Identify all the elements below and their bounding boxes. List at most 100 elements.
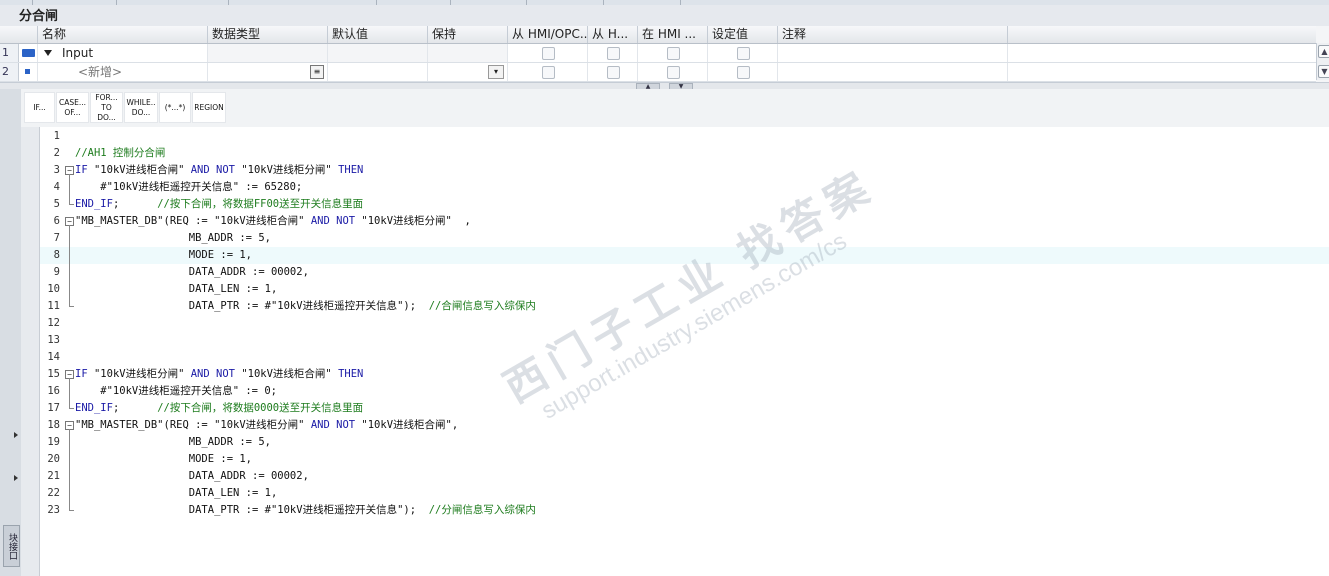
code-text: END_IF; //按下合闸，将数据FF00送至开关信息里面 xyxy=(75,198,364,210)
input-section-icon xyxy=(22,49,35,57)
code-line[interactable]: 16 #"10kV进线柜遥控开关信息" := 0; xyxy=(40,383,1329,400)
checkbox[interactable] xyxy=(667,47,680,60)
col-hmi-opc[interactable]: 从 HMI/OPC... xyxy=(508,26,588,43)
checkbox[interactable] xyxy=(737,47,750,60)
code-line[interactable]: 2 //AH1 控制分合闸 xyxy=(40,145,1329,162)
line-number: 7 xyxy=(53,232,60,244)
scl-instruction-toolbar: IF... CASE... OF... FOR... TO DO... WHIL… xyxy=(21,89,1329,128)
checkbox[interactable] xyxy=(667,66,680,79)
line-number: 10 xyxy=(47,283,60,295)
line-number: 2 xyxy=(53,147,60,159)
scroll-down-icon[interactable]: ▼ xyxy=(1318,65,1329,78)
code-text: DATA_LEN := 1, xyxy=(75,487,278,499)
interface-header: 名称 数据类型 默认值 保持 从 HMI/OPC... 从 H... 在 HMI… xyxy=(0,26,1316,44)
interface-row[interactable]: 1 Input xyxy=(0,44,1316,63)
code-line[interactable]: 6− "MB_MASTER_DB"(REQ := "10kV进线柜合闸" AND … xyxy=(40,213,1329,230)
line-number: 20 xyxy=(47,453,60,465)
code-text: //AH1 控制分合闸 xyxy=(75,147,166,159)
code-line[interactable]: 7 MB_ADDR := 5, xyxy=(40,230,1329,247)
code-line[interactable]: 1 xyxy=(40,128,1329,145)
line-number: 12 xyxy=(47,317,60,329)
code-area[interactable]: 1 2//AH1 控制分合闸 3− IF "10kV进线柜合闸" AND NOT "1… xyxy=(40,127,1329,576)
line-number: 5 xyxy=(53,198,60,210)
code-line[interactable]: 13 xyxy=(40,332,1329,349)
col-setpoint[interactable]: 设定值 xyxy=(708,26,778,43)
line-number: 16 xyxy=(47,385,60,397)
fold-guide xyxy=(69,378,70,408)
editor-gutter xyxy=(21,127,40,576)
code-text: "MB_MASTER_DB"(REQ := "10kV进线柜分闸" AND NO… xyxy=(75,419,459,431)
interface-scrollbar[interactable]: ▲ ▼ xyxy=(1316,43,1329,80)
row-number: 2 xyxy=(0,63,19,81)
col-default[interactable]: 默认值 xyxy=(328,26,428,43)
scl-code-editor[interactable]: 1 2//AH1 控制分合闸 3− IF "10kV进线柜合闸" AND NOT "1… xyxy=(21,127,1329,576)
code-text: MODE := 1, xyxy=(75,249,253,261)
for-to-do-button[interactable]: FOR... TO DO... xyxy=(90,92,123,123)
code-text: DATA_PTR := #"10kV进线柜遥控开关信息"); //合闸信息写入综… xyxy=(75,300,536,312)
header-corner xyxy=(0,26,38,43)
code-line[interactable]: 21 DATA_ADDR := 00002, xyxy=(40,468,1329,485)
block-title: 分合闸 xyxy=(19,8,59,23)
expand-arrow-icon[interactable] xyxy=(14,475,18,481)
code-text: #"10kV进线柜遥控开关信息" := 0; xyxy=(75,385,277,397)
code-line[interactable]: 18− "MB_MASTER_DB"(REQ := "10kV进线柜分闸" AND… xyxy=(40,417,1329,434)
col-in-hmi[interactable]: 在 HMI ... xyxy=(638,26,708,43)
code-text: MB_ADDR := 5, xyxy=(75,232,271,244)
code-line[interactable]: 23 DATA_PTR := #"10kV进线柜遥控开关信息"); //分闸信息… xyxy=(40,502,1329,519)
case-of-button[interactable]: CASE... OF... xyxy=(56,92,89,123)
col-datatype[interactable]: 数据类型 xyxy=(208,26,328,43)
code-line[interactable]: 20 MODE := 1, xyxy=(40,451,1329,468)
line-number: 22 xyxy=(47,487,60,499)
code-line[interactable]: 15− IF "10kV进线柜分闸" AND NOT "10kV进线柜合闸" TH… xyxy=(40,366,1329,383)
code-line[interactable]: 3− IF "10kV进线柜合闸" AND NOT "10kV进线柜分闸" THE… xyxy=(40,162,1329,179)
line-number: 15 xyxy=(47,368,60,380)
col-retain[interactable]: 保持 xyxy=(428,26,508,43)
code-line[interactable]: 12 xyxy=(40,315,1329,332)
code-text: #"10kV进线柜遥控开关信息" := 65280; xyxy=(75,181,303,193)
while-do-button[interactable]: WHILE.. DO... xyxy=(124,92,158,123)
code-text: END_IF; //按下合闸，将数据0000送至开关信息里面 xyxy=(75,402,364,414)
side-panel-tab[interactable]: 块接口 xyxy=(3,525,20,567)
code-line[interactable]: 4 #"10kV进线柜遥控开关信息" := 65280; xyxy=(40,179,1329,196)
interface-row[interactable]: 2 <新增> ≡ ▾ xyxy=(0,63,1316,82)
code-text: "MB_MASTER_DB"(REQ := "10kV进线柜合闸" AND NO… xyxy=(75,215,471,227)
fold-guide xyxy=(69,174,70,204)
code-line[interactable]: 11 DATA_PTR := #"10kV进线柜遥控开关信息"); //合闸信息… xyxy=(40,298,1329,315)
code-line[interactable]: 19 MB_ADDR := 5, xyxy=(40,434,1329,451)
checkbox[interactable] xyxy=(607,66,620,79)
code-text: MODE := 1, xyxy=(75,453,253,465)
line-number: 14 xyxy=(47,351,60,363)
col-name[interactable]: 名称 xyxy=(38,26,208,43)
code-line[interactable]: 9 DATA_ADDR := 00002, xyxy=(40,264,1329,281)
code-line[interactable]: 5 END_IF; //按下合闸，将数据FF00送至开关信息里面 xyxy=(40,196,1329,213)
expand-triangle-icon[interactable] xyxy=(44,50,52,56)
checkbox[interactable] xyxy=(607,47,620,60)
scroll-up-icon[interactable]: ▲ xyxy=(1318,45,1329,58)
code-text: IF "10kV进线柜分闸" AND NOT "10kV进线柜合闸" THEN xyxy=(75,368,364,380)
code-line[interactable]: 8 MODE := 1, xyxy=(40,247,1329,264)
checkbox[interactable] xyxy=(737,66,750,79)
comment-block-button[interactable]: (*...*) xyxy=(159,92,191,123)
checkbox[interactable] xyxy=(542,47,555,60)
section-name: Input xyxy=(62,46,94,60)
if-button[interactable]: IF... xyxy=(24,92,55,123)
line-number: 1 xyxy=(53,130,60,142)
expand-arrow-icon[interactable] xyxy=(14,432,18,438)
datatype-picker-icon[interactable]: ≡ xyxy=(310,65,324,79)
col-comment[interactable]: 注释 xyxy=(778,26,1008,43)
retain-dropdown-icon[interactable]: ▾ xyxy=(488,65,504,79)
line-number: 18 xyxy=(47,419,60,431)
code-text: DATA_ADDR := 00002, xyxy=(75,266,309,278)
checkbox[interactable] xyxy=(542,66,555,79)
code-line[interactable]: 22 DATA_LEN := 1, xyxy=(40,485,1329,502)
fold-guide xyxy=(69,429,70,510)
variable-icon xyxy=(25,69,30,74)
region-button[interactable]: REGION xyxy=(192,92,226,123)
col-from-hmi[interactable]: 从 H... xyxy=(588,26,638,43)
code-line[interactable]: 10 DATA_LEN := 1, xyxy=(40,281,1329,298)
code-line[interactable]: 17 END_IF; //按下合闸，将数据0000送至开关信息里面 xyxy=(40,400,1329,417)
line-number: 9 xyxy=(53,266,60,278)
fold-guide xyxy=(69,408,74,409)
add-new-placeholder[interactable]: <新增> xyxy=(78,63,122,81)
code-line[interactable]: 14 xyxy=(40,349,1329,366)
